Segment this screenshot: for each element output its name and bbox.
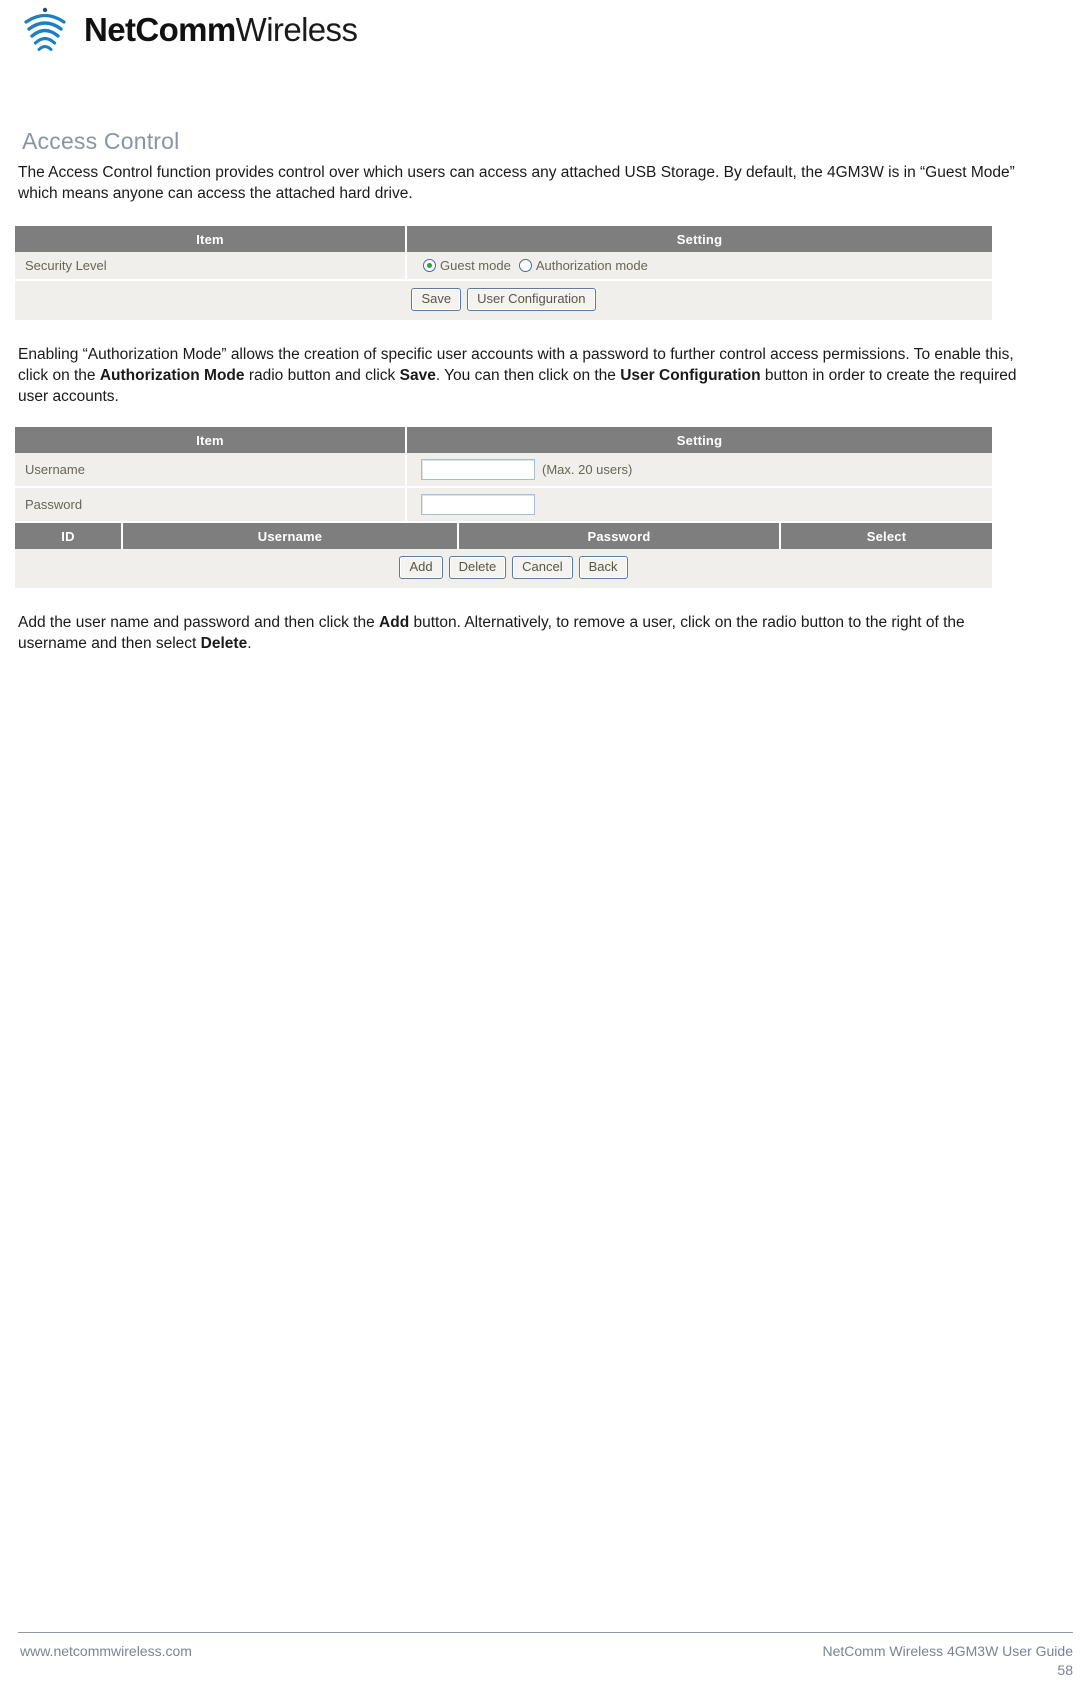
- radio-option-authorization-mode[interactable]: Authorization mode: [518, 258, 648, 273]
- closing-text-1: Add the user name and password and then …: [18, 614, 380, 631]
- username-field-wrap: (Max. 20 users): [417, 459, 632, 480]
- brand-name-bold: NetComm: [84, 10, 236, 48]
- password-field-wrap: [417, 494, 535, 515]
- authorization-text-2: radio button and click: [244, 366, 400, 384]
- username-row: Username (Max. 20 users): [15, 453, 992, 488]
- user-list-header-username: Username: [123, 523, 459, 549]
- radio-guest-mode-icon[interactable]: [423, 259, 436, 272]
- page-title: Access Control: [22, 128, 180, 154]
- add-button[interactable]: Add: [399, 556, 443, 580]
- intro-paragraph: The Access Control function provides con…: [18, 164, 1015, 202]
- username-input[interactable]: [421, 459, 535, 480]
- username-max-users-note: (Max. 20 users): [542, 462, 633, 477]
- footer-guide-title: NetComm Wireless 4GM3W User Guide: [822, 1643, 1074, 1659]
- user-list-header-id: ID: [15, 523, 123, 549]
- save-emphasis: Save: [399, 366, 436, 384]
- radio-option-guest-mode[interactable]: Guest mode: [423, 258, 511, 273]
- footer-divider: [18, 1632, 1073, 1633]
- security-panel-button-row: Save User Configuration: [15, 281, 992, 321]
- radio-authorization-mode-icon[interactable]: [518, 259, 532, 272]
- security-level-row: Security Level Guest mode Authorization …: [15, 252, 992, 281]
- radio-guest-mode-label: Guest mode: [440, 258, 511, 273]
- password-input[interactable]: [421, 494, 535, 515]
- user-header-setting: Setting: [407, 427, 992, 453]
- password-setting: [407, 488, 992, 523]
- authorization-mode-emphasis: Authorization Mode: [99, 366, 245, 384]
- user-list-header-password: Password: [459, 523, 781, 549]
- user-list-header-select: Select: [781, 523, 992, 549]
- wifi-arcs-icon: [24, 7, 66, 51]
- closing-text-3: .: [247, 634, 252, 652]
- user-configuration-emphasis: User Configuration: [620, 366, 761, 384]
- password-row: Password: [15, 488, 992, 523]
- user-configuration-button[interactable]: User Configuration: [467, 288, 596, 312]
- panel-header-row: Item Setting: [15, 226, 992, 252]
- authorization-text-3: . You can then click on the: [435, 366, 621, 384]
- brand-logo: NetCommWireless: [14, 6, 358, 52]
- security-mode-radio-group: Guest mode Authorization mode: [417, 258, 648, 273]
- closing-paragraph: Add the user name and password and then …: [18, 613, 1018, 655]
- authorization-paragraph: Enabling “Authorization Mode” allows the…: [18, 345, 1018, 407]
- add-emphasis: Add: [379, 614, 410, 631]
- brand-wordmark: NetCommWireless: [84, 10, 358, 48]
- radio-authorization-mode-label: Authorization mode: [535, 258, 648, 273]
- username-setting: (Max. 20 users): [407, 453, 992, 488]
- page-header: NetCommWireless: [14, 6, 358, 58]
- cancel-button[interactable]: Cancel: [512, 556, 573, 580]
- security-level-label: Security Level: [15, 252, 407, 281]
- brand-name-light: Wireless: [235, 10, 358, 48]
- user-panel-header-row: Item Setting: [15, 427, 992, 453]
- document-page: NetCommWireless Access Control The Acces…: [0, 0, 1091, 1683]
- user-configuration-panel: Item Setting Username (Max. 20 users) Pa…: [15, 427, 992, 589]
- user-panel-button-row: Add Delete Cancel Back: [15, 549, 992, 589]
- save-button[interactable]: Save: [411, 288, 462, 312]
- header-setting: Setting: [407, 226, 992, 252]
- footer-page-number: 58: [1057, 1662, 1073, 1678]
- security-level-setting: Guest mode Authorization mode: [407, 252, 992, 281]
- header-item: Item: [15, 226, 407, 252]
- username-label: Username: [15, 453, 407, 488]
- back-button[interactable]: Back: [578, 556, 628, 580]
- delete-emphasis: Delete: [200, 634, 248, 652]
- footer-website: www.netcommwireless.com: [20, 1643, 192, 1659]
- security-level-panel: Item Setting Security Level Guest mode A…: [15, 226, 992, 321]
- password-label: Password: [15, 488, 407, 523]
- user-header-item: Item: [15, 427, 407, 453]
- delete-button[interactable]: Delete: [448, 556, 507, 580]
- user-list-header-row: ID Username Password Select: [15, 523, 992, 549]
